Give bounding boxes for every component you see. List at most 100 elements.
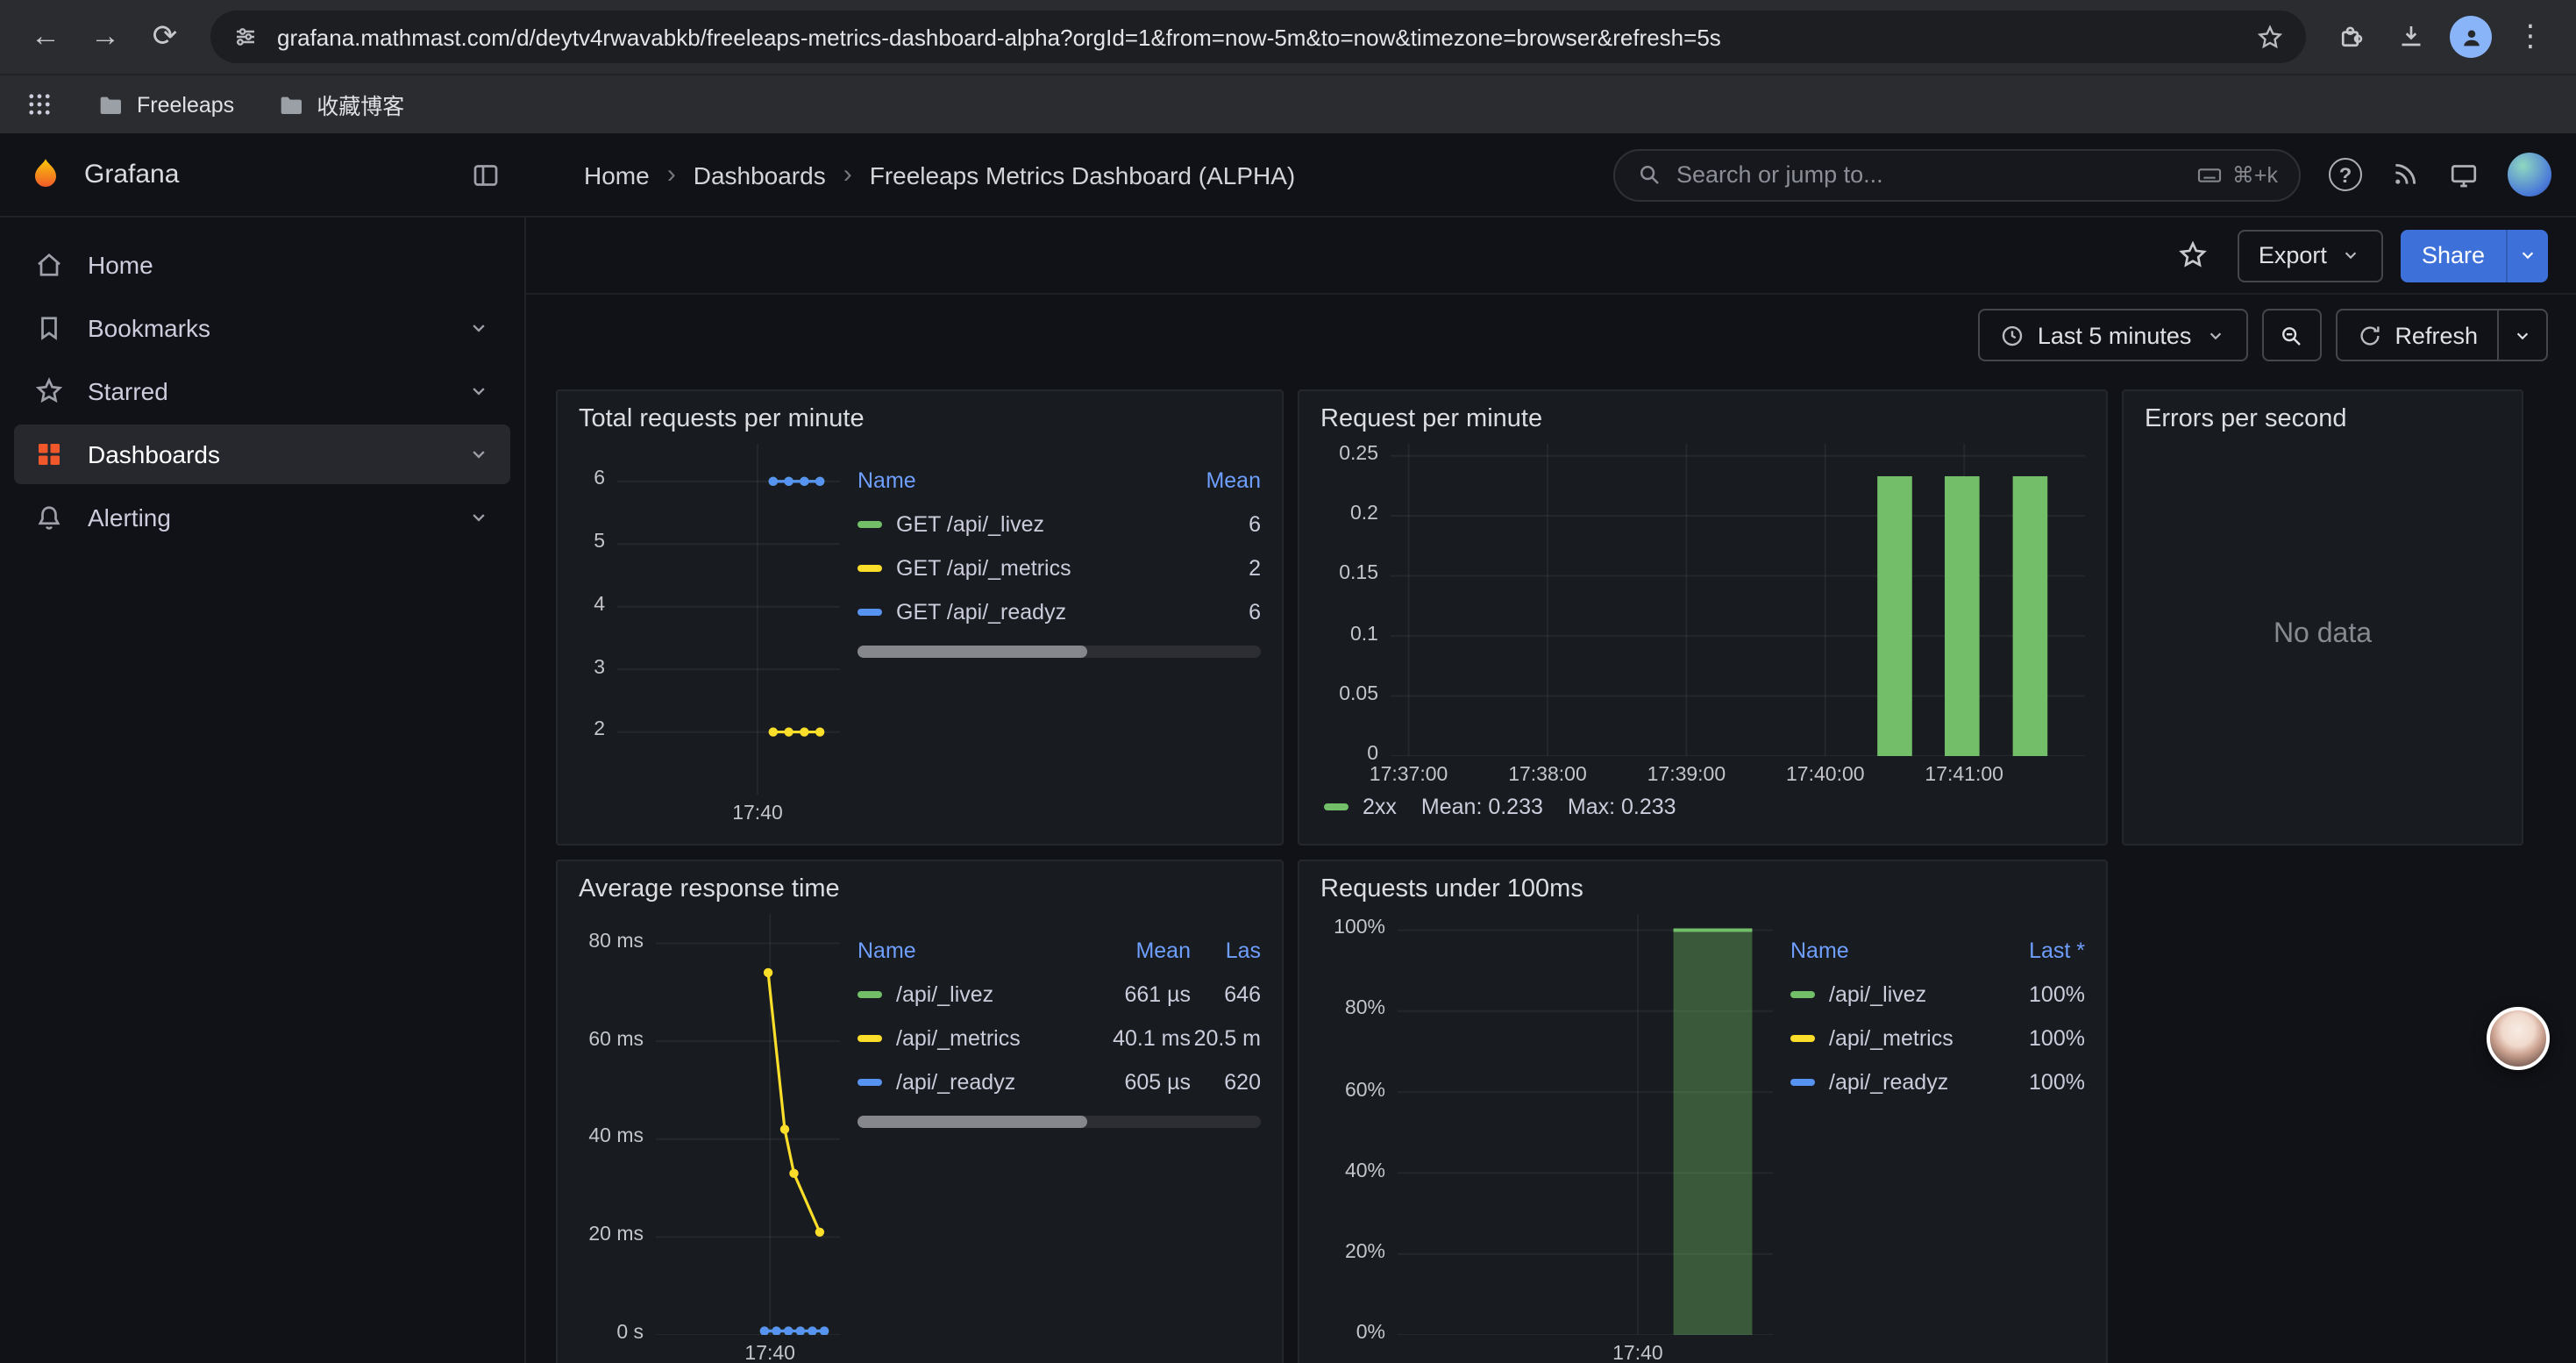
tv-mode-button[interactable]: [2448, 159, 2480, 190]
legend-row[interactable]: /api/_metrics100%: [1790, 1016, 2085, 1060]
search-box[interactable]: ⌘+k: [1613, 148, 2301, 201]
legend-scrollbar-thumb[interactable]: [857, 646, 1087, 658]
legend-row[interactable]: /api/_metrics40.1 ms20.5 m: [857, 1016, 1261, 1060]
panel-title[interactable]: Total requests per minute: [579, 405, 1261, 433]
sidebar-item-label: Alerting: [88, 503, 171, 532]
zoom-out-time-button[interactable]: [2261, 309, 2321, 361]
legend-column-header[interactable]: Name: [857, 938, 1089, 962]
bookmark-star-icon[interactable]: [2255, 22, 2285, 52]
y-tick-label: 4: [594, 595, 605, 616]
x-axis: 17:40: [656, 1335, 840, 1363]
keyboard-icon: [2195, 161, 2224, 189]
breadcrumb-home[interactable]: Home: [584, 161, 650, 189]
breadcrumb-dashboards[interactable]: Dashboards: [694, 161, 826, 189]
legend-scrollbar-thumb[interactable]: [857, 1116, 1087, 1128]
chart-plot[interactable]: [617, 444, 840, 795]
panel-title[interactable]: Requests under 100ms: [1320, 875, 2085, 903]
y-axis: 0.250.20.150.10.050: [1320, 444, 1391, 756]
legend-column-header[interactable]: Name: [857, 467, 1170, 492]
site-settings-icon[interactable]: [231, 23, 260, 51]
panel-title[interactable]: Errors per second: [2145, 405, 2501, 433]
chevron-down-icon[interactable]: [466, 442, 491, 467]
legend-value: 2: [1170, 555, 1261, 580]
series-color-dash: [1790, 1034, 1815, 1041]
legend-column-header[interactable]: Name: [1790, 938, 1994, 962]
bookmark-folder-blogs[interactable]: 收藏博客: [276, 88, 404, 121]
chart-plot[interactable]: [1391, 444, 2085, 756]
chevron-down-icon[interactable]: [466, 505, 491, 530]
mega-menu-toggle-button[interactable]: [470, 159, 502, 190]
url-input[interactable]: [277, 24, 2238, 50]
legend-row[interactable]: /api/_readyz100%: [1790, 1060, 2085, 1103]
address-bar[interactable]: [210, 11, 2306, 63]
legend-column-header[interactable]: Mean: [1170, 467, 1261, 492]
panel-title[interactable]: Request per minute: [1320, 405, 2085, 433]
series-color-dash: [1790, 990, 1815, 997]
legend-mean: Mean: 0.233: [1421, 795, 1543, 819]
reload-button[interactable]: ⟳: [137, 9, 193, 65]
panel-title[interactable]: Average response time: [579, 875, 1261, 903]
legend-column-header[interactable]: Las: [1191, 938, 1261, 962]
sidebar-item-bookmarks[interactable]: Bookmarks: [14, 298, 510, 358]
sidebar-item-starred[interactable]: Starred: [14, 361, 510, 421]
chart-plot[interactable]: [656, 914, 840, 1335]
y-tick-label: 60%: [1345, 1080, 1385, 1101]
chart-svg: [1391, 444, 2085, 756]
series-label: 2xx: [1363, 795, 1397, 819]
legend-scrollbar[interactable]: [857, 1116, 1261, 1128]
time-range-picker[interactable]: Last 5 minutes: [1978, 309, 2248, 361]
floating-assistant-avatar[interactable]: [2487, 1007, 2550, 1070]
refresh-interval-dropdown[interactable]: [2499, 309, 2548, 361]
share-button[interactable]: Share: [2401, 229, 2506, 282]
chevron-down-icon[interactable]: [466, 316, 491, 340]
legend-row[interactable]: /api/_livez661 µs646: [857, 972, 1261, 1016]
profile-button[interactable]: [2443, 9, 2499, 65]
chevron-down-icon: [2511, 324, 2534, 346]
browser-menu-button[interactable]: ⋮: [2502, 9, 2558, 65]
legend-series-name: /api/_readyz: [1790, 1069, 1994, 1094]
export-button[interactable]: Export: [2238, 229, 2383, 282]
help-icon: ?: [2339, 162, 2352, 187]
legend-row[interactable]: /api/_livez100%: [1790, 972, 2085, 1016]
chevron-down-icon[interactable]: [466, 379, 491, 403]
forward-button[interactable]: →: [77, 9, 133, 65]
grafana-logo-icon[interactable]: [25, 153, 67, 196]
legend-row[interactable]: GET /api/_metrics2: [857, 546, 1261, 589]
legend-row[interactable]: GET /api/_readyz6: [857, 589, 1261, 633]
legend-series[interactable]: 2xx: [1324, 795, 1397, 819]
favorite-dashboard-button[interactable]: [2167, 229, 2220, 282]
search-input[interactable]: [1676, 161, 2181, 188]
sidebar-item-home[interactable]: Home: [14, 235, 510, 295]
download-icon: [2395, 21, 2427, 53]
legend-column-header[interactable]: Last *: [1994, 938, 2085, 962]
legend-series-name: /api/_livez: [857, 981, 1089, 1006]
refresh-button[interactable]: Refresh: [2335, 309, 2499, 361]
sidebar-item-dashboards[interactable]: Dashboards: [14, 425, 510, 484]
legend-column-header[interactable]: Mean: [1089, 938, 1191, 962]
extensions-button[interactable]: [2323, 9, 2380, 65]
share-dropdown-button[interactable]: [2506, 229, 2548, 282]
back-button[interactable]: ←: [18, 9, 74, 65]
news-button[interactable]: [2390, 160, 2420, 189]
chart-svg: [656, 914, 840, 1335]
profile-avatar-icon: [2450, 16, 2492, 58]
legend-value: 6: [1170, 511, 1261, 536]
series-color-dash: [857, 608, 882, 615]
legend-row[interactable]: GET /api/_livez6: [857, 502, 1261, 546]
chart-plot[interactable]: [1398, 914, 1773, 1335]
user-avatar[interactable]: [2508, 153, 2551, 196]
y-tick-label: 20 ms: [588, 1224, 644, 1245]
help-button[interactable]: ?: [2329, 158, 2362, 191]
export-label: Export: [2259, 242, 2327, 268]
apps-grid-icon: [25, 89, 54, 119]
legend-row[interactable]: /api/_readyz605 µs620: [857, 1060, 1261, 1103]
monitor-icon: [2448, 159, 2480, 190]
downloads-button[interactable]: [2383, 9, 2439, 65]
legend-scrollbar[interactable]: [857, 646, 1261, 658]
breadcrumb-separator: ›: [843, 160, 852, 189]
grafana-brand-label: Grafana: [84, 160, 179, 189]
apps-grid-button[interactable]: [25, 89, 54, 119]
bookmark-folder-freeleaps[interactable]: Freeleaps: [96, 90, 234, 118]
sidebar-item-alerting[interactable]: Alerting: [14, 488, 510, 547]
series-color-dash: [857, 1034, 882, 1041]
